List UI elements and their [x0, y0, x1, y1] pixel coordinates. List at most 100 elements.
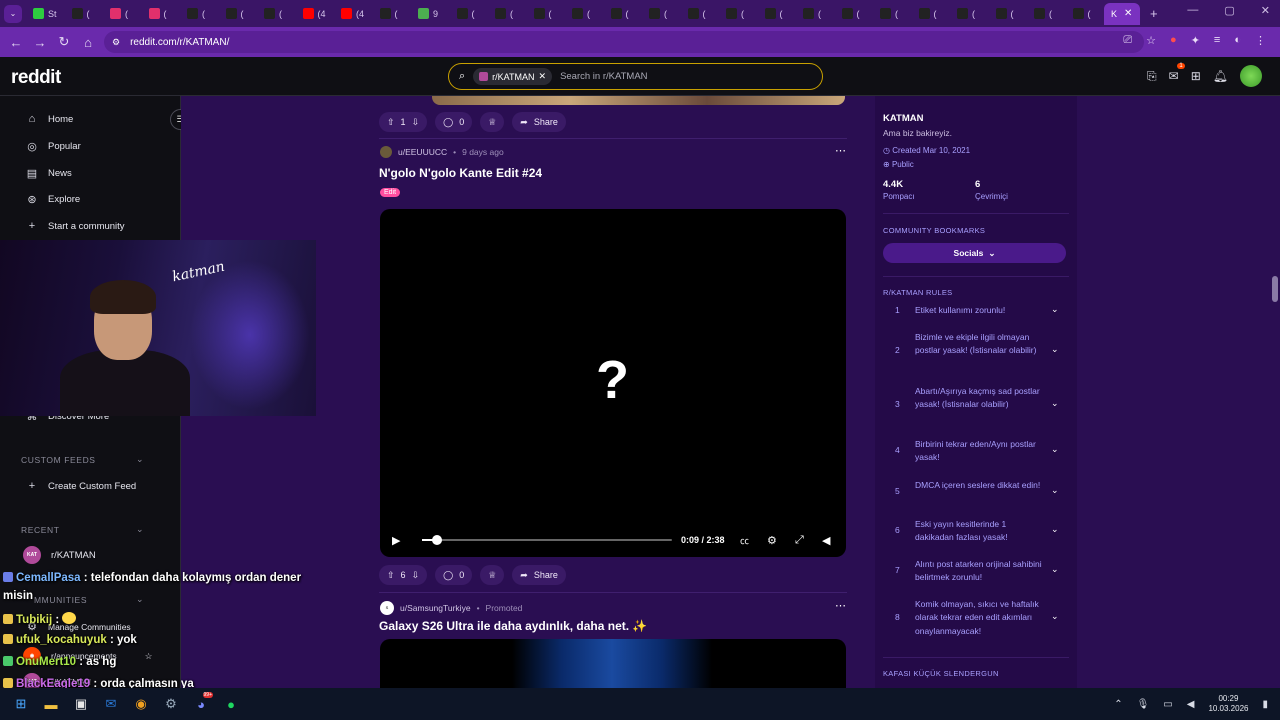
post2-author[interactable]: u/SamsungTurkiye	[400, 603, 471, 613]
chat-icon[interactable]: ✉ 1	[1169, 63, 1185, 83]
author-avatar[interactable]	[380, 146, 392, 158]
close-window-icon[interactable]: ✕	[1261, 4, 1270, 17]
post1-author[interactable]: u/EEUUUCC	[398, 147, 447, 157]
browser-tab[interactable]: (	[835, 3, 874, 25]
browser-tab[interactable]: (	[1066, 3, 1105, 25]
create-custom-feed[interactable]: + Create Custom Feed	[26, 480, 136, 492]
fullscreen-icon[interactable]: ⤢	[795, 534, 804, 547]
site-info-icon[interactable]: ⚙	[112, 37, 120, 48]
browser-tab[interactable]: (	[719, 3, 758, 25]
browser-tab[interactable]: (4	[296, 3, 335, 25]
store-icon[interactable]: ▣	[66, 694, 96, 714]
profile-icon[interactable]: ◐	[1234, 34, 1241, 47]
post1-video[interactable]: ? ▶ 0:09 / 2:38 ㏄ ⚙ ⤢ ◀︎	[380, 209, 846, 557]
post0-award-button[interactable]: ♕	[480, 112, 505, 132]
browser-tab[interactable]: St	[26, 3, 65, 25]
settings-gear-icon[interactable]: ⚙	[767, 534, 777, 547]
steam-icon[interactable]: ⚙	[156, 694, 186, 714]
recent-heading[interactable]: RECENT	[21, 525, 60, 535]
reload-icon[interactable]: ↻	[52, 34, 76, 50]
page-scrollbar[interactable]	[1272, 276, 1278, 302]
browser-tab[interactable]: 9	[411, 3, 450, 25]
post0-share-button[interactable]: ➦ Share	[512, 112, 566, 132]
downvote-icon[interactable]: ⇩	[412, 117, 420, 128]
communities-chevron-icon[interactable]: ⌄	[136, 594, 144, 605]
browser-tab[interactable]: (	[103, 3, 142, 25]
spotify-icon[interactable]: ●	[216, 694, 246, 714]
minimize-icon[interactable]: —	[1187, 4, 1198, 17]
notifications-icon[interactable]: 🔔︎	[1213, 69, 1228, 83]
back-icon[interactable]: ←	[4, 35, 28, 50]
reddit-logo[interactable]: reddit	[11, 67, 61, 89]
puzzle-icon[interactable]: ✦	[1191, 34, 1200, 47]
windows-start-icon[interactable]: ⊞	[6, 694, 36, 714]
video-scrub-handle[interactable]	[432, 535, 442, 545]
play-icon[interactable]: ▶	[392, 534, 400, 547]
browser-tab[interactable]: (	[642, 3, 681, 25]
discord-icon[interactable]: ◕ 99+	[186, 692, 216, 714]
browser-tab[interactable]: (	[758, 3, 797, 25]
post2-title[interactable]: Galaxy S26 Ultra ile daha aydınlık, daha…	[379, 619, 647, 633]
recent-chevron-icon[interactable]: ⌄	[136, 524, 144, 535]
post1-share-button[interactable]: ➦ Share	[512, 565, 566, 585]
search-bar[interactable]: ⌕ r/KATMAN ✕ Search in r/KATMAN	[448, 63, 823, 90]
new-tab-icon[interactable]: +	[1150, 6, 1158, 21]
notification-center-icon[interactable]: ▮	[1262, 699, 1268, 710]
tray-chevron-icon[interactable]: ⌃	[1114, 699, 1122, 710]
browser-tab[interactable]: (	[219, 3, 258, 25]
post2-more-icon[interactable]: ⋯	[835, 599, 846, 612]
video-progress-track[interactable]	[422, 535, 672, 545]
nav-home[interactable]: ⌂ Home	[26, 113, 74, 125]
home-icon[interactable]: ⌂	[76, 35, 100, 50]
browser-tab[interactable]: (	[180, 3, 219, 25]
url-field[interactable]: ⚙ reddit.com/r/KATMAN/	[104, 31, 1144, 53]
browser-tab[interactable]: (	[450, 3, 489, 25]
forward-icon[interactable]: →	[28, 35, 52, 50]
post2-media[interactable]	[380, 639, 846, 688]
menu-icon[interactable]: ⋮	[1255, 34, 1266, 47]
post1-more-icon[interactable]: ⋯	[835, 144, 846, 157]
browser-tab[interactable]: (	[527, 3, 566, 25]
browser-tab[interactable]: (	[1027, 3, 1066, 25]
browser-tab[interactable]: (	[257, 3, 296, 25]
recent-katman[interactable]: KAT r/KATMAN	[23, 546, 96, 564]
downvote-icon[interactable]: ⇩	[412, 570, 420, 581]
chrome-icon[interactable]: ◉	[126, 694, 156, 714]
post1-title[interactable]: N'golo N'golo Kante Edit #24	[379, 166, 542, 180]
nav-news[interactable]: ▤ News	[26, 167, 72, 180]
install-icon[interactable]: ⎚	[1123, 34, 1132, 47]
post1-flair[interactable]: Edit	[380, 188, 401, 197]
custom-feeds-chevron-icon[interactable]: ⌄	[136, 454, 144, 465]
search-chip[interactable]: r/KATMAN ✕	[473, 68, 553, 85]
nav-start-community[interactable]: + Start a community	[26, 220, 125, 232]
browser-tab[interactable]: (4	[334, 3, 373, 25]
browser-tab[interactable]: (	[604, 3, 643, 25]
system-clock[interactable]: 00:29 10.03.2026	[1208, 694, 1248, 714]
favorite-star-icon[interactable]: ☆	[145, 651, 153, 662]
browser-tab[interactable]: (	[989, 3, 1028, 25]
browser-tab[interactable]: (	[65, 3, 104, 25]
browser-tab[interactable]: (	[488, 3, 527, 25]
outlook-icon[interactable]: ✉	[96, 694, 126, 714]
upvote-icon[interactable]: ⇧	[387, 117, 395, 128]
upvote-icon[interactable]: ⇧	[387, 570, 395, 581]
advertise-icon[interactable]: ⎘	[1147, 69, 1157, 84]
browser-tab[interactable]: (	[565, 3, 604, 25]
volume-icon[interactable]: ◀︎	[822, 534, 830, 547]
socials-button[interactable]: Socials ⌄	[883, 243, 1066, 263]
nav-popular[interactable]: ◎ Popular	[26, 140, 81, 153]
close-tab-icon[interactable]: ✕	[1124, 8, 1132, 19]
tab-search-icon[interactable]: ⌄	[4, 4, 22, 23]
user-avatar[interactable]	[1240, 65, 1262, 87]
browser-tab[interactable]: (	[912, 3, 951, 25]
communities-heading[interactable]: MMUNITIES	[34, 595, 87, 605]
browser-tab[interactable]: (	[950, 3, 989, 25]
browser-tab[interactable]: (	[373, 3, 412, 25]
maximize-icon[interactable]: ▢	[1224, 4, 1234, 17]
speaker-icon[interactable]: ◀︎	[1187, 699, 1195, 710]
create-post-icon[interactable]: ⊞	[1191, 69, 1201, 83]
microphone-icon[interactable]: 🎙︎	[1137, 699, 1150, 710]
browser-tab[interactable]: (	[796, 3, 835, 25]
bookmark-star-icon[interactable]: ☆	[1146, 34, 1156, 47]
media-icon[interactable]: ≡	[1214, 34, 1220, 47]
